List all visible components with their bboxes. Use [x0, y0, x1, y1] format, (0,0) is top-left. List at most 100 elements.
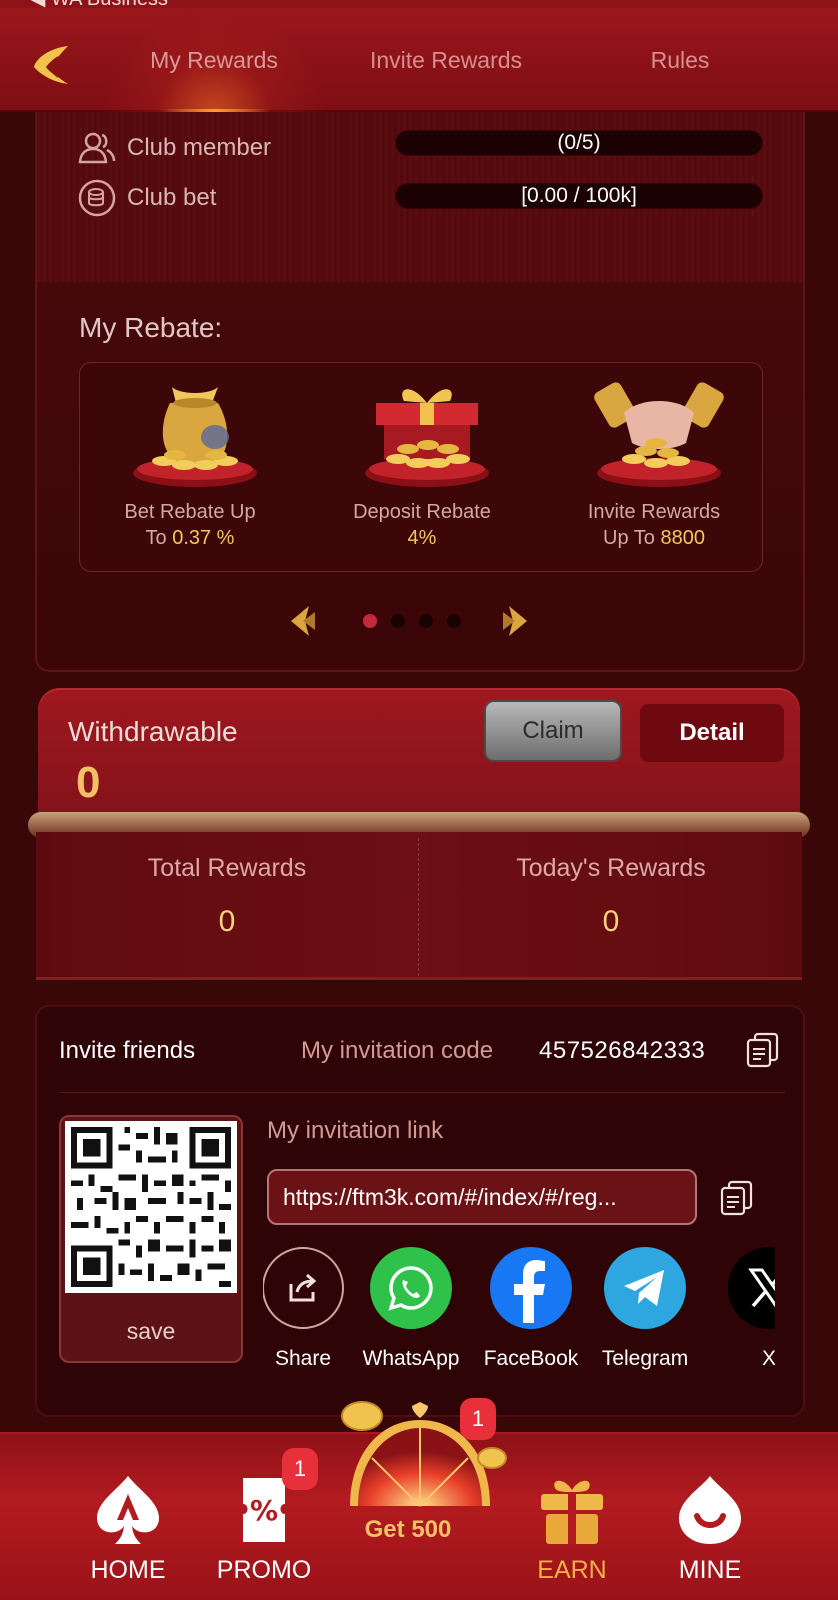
get-500-button[interactable]: Get 500 1	[318, 1398, 518, 1548]
promo-badge: 1	[282, 1448, 318, 1490]
nav-promo-label: PROMO	[216, 1556, 312, 1584]
club-bet-row: Club bet	[77, 176, 216, 220]
pager-dot-2[interactable]	[391, 614, 405, 628]
spade-icon	[97, 1476, 159, 1544]
rebate-deposit-line2: 4%	[322, 527, 522, 550]
x-icon	[728, 1247, 775, 1329]
rebate-carousel[interactable]: Bet Rebate Up To 0.37 % Deposit Rebate 4…	[79, 362, 763, 572]
qr-code	[65, 1121, 237, 1293]
invite-friends-title: Invite friends	[59, 1037, 196, 1064]
back-arrow-icon	[34, 46, 68, 84]
invitation-link-label: My invitation link	[267, 1117, 444, 1144]
wheel-badge: 1	[460, 1398, 496, 1440]
telegram-label: Telegram	[601, 1347, 689, 1370]
total-rewards-value: 0	[218, 905, 236, 938]
qr-code-panel: save	[59, 1115, 243, 1363]
svg-text:%: %	[250, 1494, 278, 1527]
nav-earn[interactable]: EARN	[502, 1434, 642, 1600]
telegram-icon	[604, 1247, 686, 1329]
nav-mine[interactable]: MINE	[640, 1434, 780, 1600]
rebate-invite-value: 8800	[660, 527, 705, 549]
tab-my-rewards[interactable]: My Rewards	[100, 8, 328, 112]
top-bar: My Rewards Invite Rewards Rules	[0, 8, 838, 113]
nav-home-label: HOME	[90, 1556, 166, 1584]
withdraw-panel: Withdrawable 0 Claim Detail	[28, 688, 810, 828]
rewards-summary: Total Rewards 0 Today's Rewards 0	[36, 832, 802, 980]
invitation-code: 457526842333	[539, 1037, 706, 1064]
chevron-right-icon[interactable]	[501, 604, 531, 638]
nav-mine-label: MINE	[678, 1556, 742, 1584]
handshake-icon	[594, 382, 724, 487]
rebate-deposit-value: 4%	[407, 527, 437, 549]
rebate-bet-line1: Bet Rebate Up	[124, 501, 256, 523]
withdrawable-value: 0	[76, 758, 101, 807]
todays-rewards-value: 0	[602, 905, 620, 938]
invitation-link-text: https://ftm3k.com/#/index/#/reg...	[283, 1183, 617, 1210]
invitation-link-field[interactable]: https://ftm3k.com/#/index/#/reg...	[267, 1169, 697, 1225]
todays-rewards: Today's Rewards 0	[420, 854, 802, 939]
club-member-progress-bar: (0/5)	[395, 130, 763, 156]
gift-box-icon	[365, 389, 489, 487]
club-member-value: (0/5)	[557, 131, 601, 154]
gift-icon	[541, 1480, 603, 1544]
share-whatsapp[interactable]: WhatsApp	[351, 1247, 471, 1371]
total-rewards: Total Rewards 0	[36, 854, 418, 939]
rebate-invite-prefix: Up To	[603, 527, 661, 549]
save-qr-button[interactable]: save	[61, 1301, 241, 1361]
pager-dot-1[interactable]	[363, 614, 377, 628]
facebook-label: FaceBook	[483, 1347, 579, 1370]
tab-invite-rewards[interactable]: Invite Rewards	[340, 8, 552, 112]
rebate-deposit-line1: Deposit Rebate	[353, 501, 491, 523]
tab-rules[interactable]: Rules	[600, 8, 760, 112]
whatsapp-icon	[370, 1247, 452, 1329]
copy-code-icon[interactable]	[745, 1031, 781, 1069]
rebate-item-deposit: Deposit Rebate 4%	[322, 373, 522, 563]
club-member-row: Club member	[77, 126, 271, 170]
rebate-title: My Rebate:	[79, 312, 223, 343]
rewards-divider	[418, 838, 419, 976]
status-bar: ◀ WA Business	[0, 0, 838, 8]
rebate-item-invite: Invite Rewards Up To 8800	[554, 373, 754, 563]
status-bar-text: ◀ WA Business	[30, 0, 168, 8]
share-label: Share	[274, 1347, 332, 1370]
club-member-label: Club member	[127, 134, 272, 161]
x-label: X	[761, 1347, 775, 1370]
get-500-label: Get 500	[364, 1516, 452, 1543]
rebate-item-bet: Bet Rebate Up To 0.37 %	[90, 373, 290, 563]
share-icon	[263, 1247, 344, 1329]
nav-home[interactable]: HOME	[58, 1434, 198, 1600]
club-bet-value: [0.00 / 100k]	[521, 184, 637, 207]
club-bet-progress-bar: [0.00 / 100k]	[395, 183, 763, 209]
detail-button[interactable]: Detail	[640, 704, 784, 762]
invite-separator	[59, 1092, 785, 1093]
invite-friends-card: Invite friends My invitation code 457526…	[35, 1005, 805, 1417]
share-generic[interactable]: Share	[263, 1247, 363, 1371]
pager-dot-3[interactable]	[419, 614, 433, 628]
coin-bag-icon	[133, 387, 257, 487]
rebate-bet-line2: To 0.37 %	[90, 527, 290, 550]
pager-dot-4[interactable]	[447, 614, 461, 628]
total-rewards-label: Total Rewards	[147, 854, 307, 882]
invitation-code-label: My invitation code	[301, 1037, 494, 1064]
claim-button[interactable]: Claim	[484, 700, 622, 762]
back-button[interactable]	[28, 40, 78, 90]
share-telegram[interactable]: Telegram	[585, 1247, 705, 1371]
club-bet-label: Club bet	[127, 184, 217, 211]
rebate-invite-line2: Up To 8800	[554, 527, 754, 550]
members-icon	[78, 132, 116, 164]
whatsapp-label: WhatsApp	[362, 1347, 460, 1370]
todays-rewards-label: Today's Rewards	[516, 854, 706, 882]
rebate-pager	[287, 600, 567, 640]
rebate-invite-line1: Invite Rewards	[587, 501, 721, 523]
facebook-icon	[490, 1247, 572, 1329]
withdrawable-label: Withdrawable	[68, 716, 238, 747]
share-facebook[interactable]: FaceBook	[471, 1247, 591, 1371]
chevron-left-icon[interactable]	[287, 604, 317, 638]
copy-link-icon[interactable]	[719, 1179, 755, 1217]
coin-stack-icon	[78, 179, 116, 217]
nav-earn-label: EARN	[537, 1556, 607, 1584]
share-x[interactable]: X	[709, 1247, 775, 1371]
drop-smile-icon	[679, 1476, 741, 1544]
rebate-bet-value: 0.37 %	[172, 527, 235, 549]
rebate-bet-prefix: To	[145, 527, 173, 549]
